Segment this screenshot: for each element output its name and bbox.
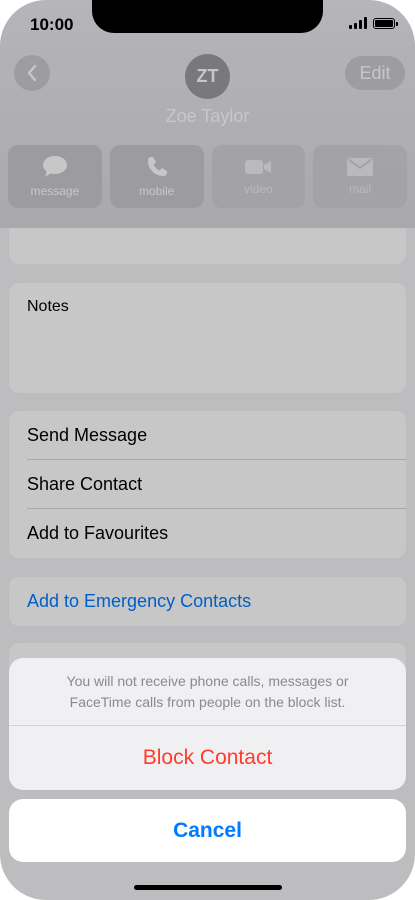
action-sheet: You will not receive phone calls, messag…	[9, 658, 406, 790]
action-sheet-message: You will not receive phone calls, messag…	[9, 658, 406, 726]
block-contact-button[interactable]: Block Contact	[9, 726, 406, 790]
phone-screen: 10:00 ZT Zoe Taylor Edit message mobile …	[0, 0, 415, 900]
cancel-button[interactable]: Cancel	[9, 799, 406, 862]
home-indicator[interactable]	[134, 885, 282, 890]
